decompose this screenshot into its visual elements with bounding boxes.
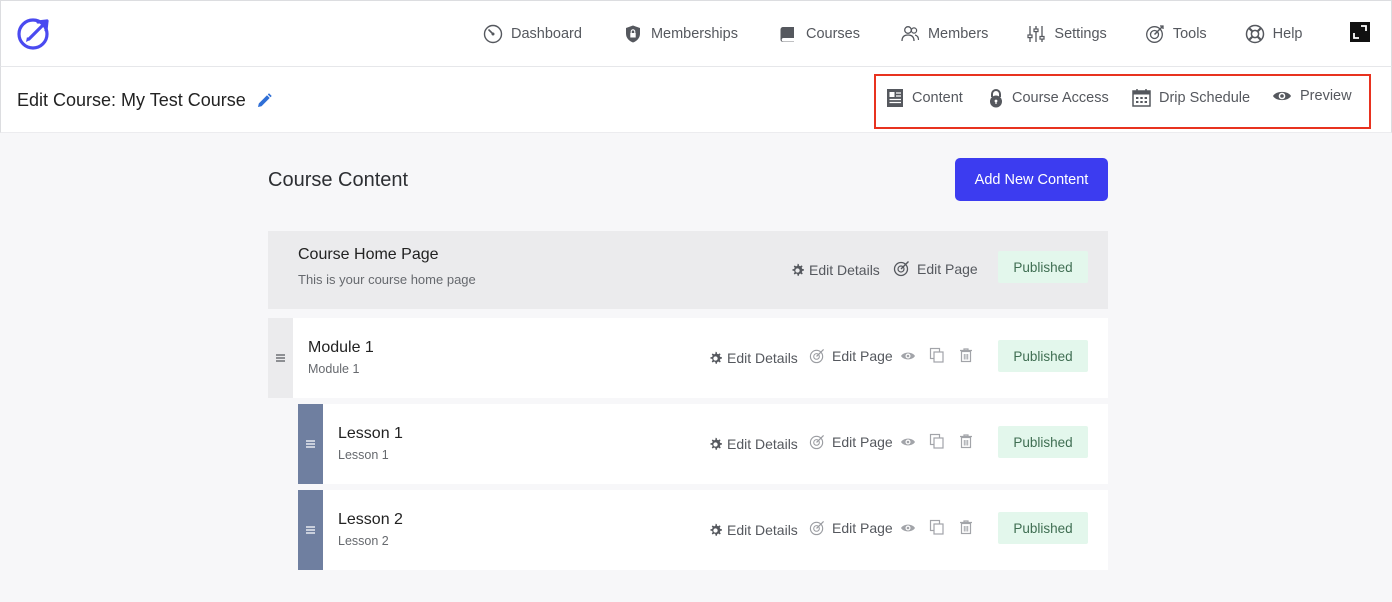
nav-settings-label: Settings (1054, 26, 1107, 42)
course-home-name: Course Home Page (298, 246, 439, 263)
edit-details-button[interactable]: Edit Details (708, 522, 798, 538)
drag-handle[interactable] (298, 404, 323, 484)
eye-icon[interactable] (900, 348, 916, 364)
eye-icon[interactable] (900, 520, 916, 536)
duplicate-icon[interactable] (929, 347, 945, 363)
nav-help-label: Help (1272, 26, 1303, 42)
status-badge: Published (998, 340, 1088, 372)
lesson-row: Lesson 2 Lesson 2 Edit Details Edit Page… (298, 490, 1108, 570)
drag-handle[interactable] (298, 490, 323, 570)
edit-page-label: Edit Page (832, 520, 893, 536)
edit-page-label: Edit Page (917, 260, 978, 277)
duplicate-icon[interactable] (929, 519, 945, 535)
calendar-icon (1132, 89, 1151, 107)
page-title: Edit Course: My Test Course (17, 90, 273, 111)
gear-icon (710, 437, 723, 450)
target-edit-icon (809, 434, 825, 450)
course-home-row: Course Home Page This is your course hom… (268, 231, 1108, 309)
status-badge: Published (998, 512, 1088, 544)
target-icon (1145, 24, 1165, 44)
drag-handle-icon (306, 440, 315, 448)
sliders-icon (1026, 24, 1046, 44)
rocket-logo-icon[interactable] (16, 15, 52, 51)
drag-handle-icon (276, 354, 285, 362)
section-title: Course Content (268, 169, 409, 191)
users-icon (900, 24, 920, 44)
nav-courses-label: Courses (805, 26, 860, 42)
item-description: Module 1 (308, 362, 360, 376)
nav-dashboard-label: Dashboard (511, 26, 582, 42)
eye-icon (1273, 91, 1291, 101)
add-new-content-button[interactable]: Add New Content (955, 158, 1108, 201)
fullscreen-icon[interactable] (1350, 22, 1370, 42)
tab-course-access[interactable]: Course Access (988, 88, 1109, 108)
tab-course-access-label: Course Access (1012, 90, 1109, 106)
course-tabs-highlight: Content Course Access Drip Schedule Prev… (874, 74, 1371, 129)
trash-icon[interactable] (958, 433, 974, 449)
target-edit-icon (809, 348, 825, 364)
edit-details-label: Edit Details (727, 436, 798, 452)
pencil-edit-icon[interactable] (255, 92, 273, 110)
lesson-row: Lesson 1 Lesson 1 Edit Details Edit Page… (298, 404, 1108, 484)
target-edit-icon (809, 520, 825, 536)
drag-handle[interactable] (268, 318, 293, 398)
edit-details-button[interactable]: Edit Details (708, 350, 798, 366)
item-description: Lesson 2 (338, 534, 389, 548)
item-name: Lesson 2 (338, 511, 403, 528)
nav-tools-label: Tools (1172, 26, 1207, 42)
nav-members[interactable]: Members (900, 24, 988, 44)
trash-icon[interactable] (958, 519, 974, 535)
nav-dashboard[interactable]: Dashboard (483, 24, 582, 44)
item-name: Lesson 1 (338, 425, 403, 442)
status-badge: Published (998, 251, 1088, 283)
nav-memberships[interactable]: Memberships (623, 24, 738, 44)
edit-page-button[interactable]: Edit Page (809, 520, 893, 536)
tab-preview[interactable]: Preview (1272, 88, 1352, 104)
course-subheader: Edit Course: My Test Course Content Cour… (0, 67, 1392, 133)
course-home-description: This is your course home page (298, 272, 476, 287)
tab-drip-schedule[interactable]: Drip Schedule (1132, 88, 1250, 107)
nav-settings[interactable]: Settings (1026, 24, 1107, 44)
tab-preview-label: Preview (1300, 88, 1352, 104)
tab-content[interactable]: Content (886, 88, 963, 108)
eye-icon[interactable] (900, 434, 916, 450)
nav-members-label: Members (927, 26, 989, 42)
shield-lock-icon (623, 24, 643, 44)
gear-icon (710, 523, 723, 536)
nav-tools[interactable]: Tools (1145, 24, 1207, 44)
edit-page-button[interactable]: Edit Page (809, 348, 893, 364)
edit-page-label: Edit Page (832, 434, 893, 450)
duplicate-icon[interactable] (929, 433, 945, 449)
gear-icon (710, 351, 723, 364)
edit-page-button[interactable]: Edit Page (809, 434, 893, 450)
gear-icon (792, 263, 805, 276)
drag-handle-icon (306, 526, 315, 534)
edit-page-button[interactable]: Edit Page (893, 260, 978, 277)
edit-details-button[interactable]: Edit Details (790, 262, 880, 278)
tab-content-label: Content (912, 90, 963, 106)
item-name: Module 1 (308, 339, 374, 356)
lock-icon (990, 89, 1002, 108)
content-doc-icon (887, 89, 903, 107)
edit-details-label: Edit Details (727, 350, 798, 366)
tab-drip-schedule-label: Drip Schedule (1159, 89, 1251, 106)
status-badge: Published (998, 426, 1088, 458)
book-icon (778, 24, 798, 44)
lifebuoy-icon (1245, 24, 1265, 44)
main-nav: Dashboard Memberships Courses Members Se… (483, 19, 1303, 49)
dashboard-gauge-icon (483, 24, 503, 44)
trash-icon[interactable] (958, 347, 974, 363)
module-row: Module 1 Module 1 Edit Details Edit Page… (268, 318, 1108, 398)
edit-details-label: Edit Details (809, 262, 880, 278)
edit-page-label: Edit Page (832, 348, 893, 364)
edit-details-label: Edit Details (727, 522, 798, 538)
nav-courses[interactable]: Courses (778, 24, 860, 44)
nav-help[interactable]: Help (1245, 24, 1303, 44)
page-title-text: Edit Course: My Test Course (17, 90, 246, 110)
edit-details-button[interactable]: Edit Details (708, 436, 798, 452)
top-navbar: Dashboard Memberships Courses Members Se… (0, 0, 1392, 67)
item-description: Lesson 1 (338, 448, 389, 462)
nav-memberships-label: Memberships (650, 26, 738, 42)
target-edit-icon (893, 261, 909, 277)
